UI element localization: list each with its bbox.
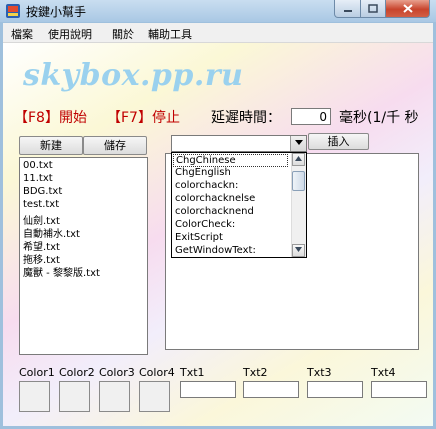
txt3-label: Txt3 [307,366,332,379]
color1-swatch[interactable] [19,381,50,412]
dropdown-option[interactable]: ColorCheck: [175,219,235,230]
dropdown-option[interactable]: ChgEnglish [175,167,231,178]
app-window: 按鍵小幫手 檔案 使用說明 關於 輔助工具 skybox.pp.ru 【F8】開… [0,0,436,429]
file-list[interactable]: 00.txt 11.txt BDG.txt test.txt 仙劍.txt 自動… [19,157,148,355]
f7-stop-label: 【F7】停止 [107,110,180,126]
dropdown-option[interactable]: colorchacknend [175,206,254,217]
txt2-input[interactable] [243,381,299,398]
list-item[interactable]: 11.txt [23,173,53,184]
dropdown-option[interactable]: colorchackn: [175,180,238,191]
scroll-thumb[interactable] [292,171,305,191]
txt1-label: Txt1 [180,366,205,379]
scroll-up-button[interactable] [292,153,305,166]
color4-swatch[interactable] [139,381,170,412]
dropdown-option[interactable]: ExitScript [175,232,223,243]
menu-help[interactable]: 使用說明 [48,26,92,42]
menu-about[interactable]: 關於 [112,26,134,42]
dropdown-option[interactable]: ChgChinese [173,154,288,167]
color2-label: Color2 [59,366,95,379]
close-button[interactable] [386,0,430,18]
menu-bar: 檔案 使用說明 關於 輔助工具 [3,23,433,43]
dropdown-scrollbar[interactable] [291,153,306,257]
chevron-up-icon [295,156,302,161]
color3-swatch[interactable] [99,381,130,412]
window-title: 按鍵小幫手 [26,5,87,19]
color3-label: Color3 [99,366,135,379]
txt2-label: Txt2 [243,366,268,379]
chevron-down-icon [294,140,303,145]
close-icon [402,4,413,13]
dropdown-option[interactable]: GetWindowText: [175,245,256,256]
delay-unit-label: 毫秒(1/千 秒 [339,110,419,126]
new-button[interactable]: 新建 [19,136,83,155]
command-dropdown-list[interactable]: ChgChinese ChgEnglish colorchackn: color… [171,152,307,258]
txt4-label: Txt4 [371,366,396,379]
color1-label: Color1 [19,366,55,379]
main-panel: skybox.pp.ru 【F8】開始 【F7】停止 延遲時間： 0 毫秒(1/… [3,43,433,426]
insert-button[interactable]: 插入 [308,133,369,150]
txt1-input[interactable] [180,381,236,398]
menu-file[interactable]: 檔案 [11,26,33,42]
txt3-input[interactable] [307,381,363,398]
color4-label: Color4 [139,366,175,379]
banner-logo: skybox.pp.ru [23,58,244,93]
title-bar[interactable]: 按鍵小幫手 [0,0,436,22]
menu-tools[interactable]: 輔助工具 [148,26,192,42]
combobox-arrow-button[interactable] [290,136,306,151]
list-item[interactable]: 魔獸 - 黎黎版.txt [23,264,100,279]
list-item[interactable]: BDG.txt [23,186,62,197]
list-item[interactable]: test.txt [23,199,59,210]
txt4-input[interactable] [371,381,427,398]
f8-start-label: 【F8】開始 [14,110,87,126]
maximize-button[interactable] [361,0,386,18]
color2-swatch[interactable] [59,381,90,412]
chevron-down-icon [295,247,302,252]
command-combobox[interactable] [171,135,307,152]
scroll-down-button[interactable] [292,244,305,257]
minimize-icon [343,9,352,12]
dropdown-option[interactable]: colorchacknelse [175,193,255,204]
maximize-icon [368,4,378,13]
delay-label: 延遲時間： [211,110,281,126]
list-item[interactable]: 00.txt [23,160,53,171]
save-button[interactable]: 儲存 [83,136,147,155]
app-icon [6,4,20,18]
minimize-button[interactable] [334,0,361,18]
delay-input[interactable]: 0 [291,108,331,125]
